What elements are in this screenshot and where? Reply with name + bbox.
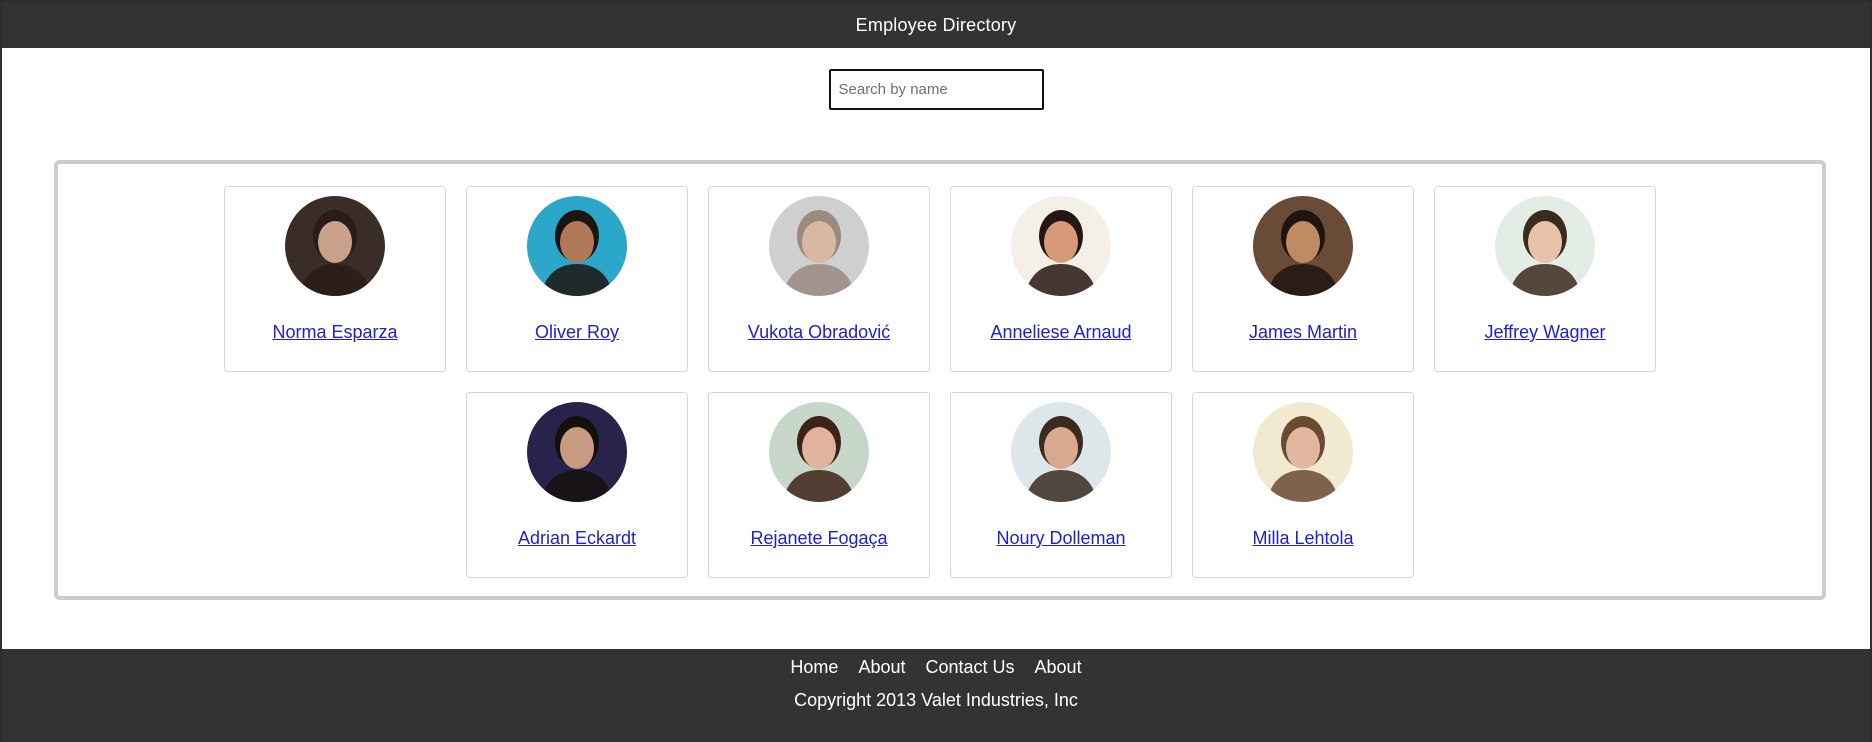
copyright-text: Copyright 2013 Valet Industries, Inc (794, 690, 1078, 710)
avatar[interactable] (285, 196, 385, 296)
avatar-photo-icon (1495, 196, 1595, 296)
search-input[interactable] (828, 69, 1044, 110)
avatar[interactable] (1011, 402, 1111, 502)
avatar-photo-icon (769, 402, 869, 502)
avatar-photo-icon (1011, 402, 1111, 502)
employee-name-link[interactable]: Norma Esparza (272, 322, 397, 343)
employee-name-link[interactable]: Adrian Eckardt (518, 528, 636, 549)
employee-name-link[interactable]: James Martin (1249, 322, 1357, 343)
employee-grid: Norma Esparza Oliver Roy Vukota Obradović A… (104, 186, 1776, 578)
footer-link-about[interactable]: About (858, 657, 905, 678)
employee-card: Jeffrey Wagner (1434, 186, 1656, 372)
avatar-photo-icon (285, 196, 385, 296)
page-title: Employee Directory (855, 14, 1017, 35)
avatar-photo-icon (1011, 196, 1111, 296)
avatar-photo-icon (527, 196, 627, 296)
avatar[interactable] (1253, 402, 1353, 502)
footer-link-about-2[interactable]: About (1035, 657, 1082, 678)
avatar[interactable] (1011, 196, 1111, 296)
avatar[interactable] (769, 196, 869, 296)
employee-name-link[interactable]: Jeffrey Wagner (1484, 322, 1605, 343)
avatar-photo-icon (769, 196, 869, 296)
employee-card: Noury Dolleman (950, 392, 1172, 578)
employee-name-link[interactable]: Noury Dolleman (996, 528, 1125, 549)
employee-card: Oliver Roy (466, 186, 688, 372)
employee-card: Adrian Eckardt (466, 392, 688, 578)
top-bar: Employee Directory (2, 2, 1870, 48)
avatar[interactable] (527, 402, 627, 502)
employee-card: Milla Lehtola (1192, 392, 1414, 578)
footer: Home About Contact Us About Copyright 2013 … (2, 649, 1870, 742)
employee-name-link[interactable]: Vukota Obradović (748, 322, 890, 343)
employee-name-link[interactable]: Milla Lehtola (1252, 528, 1353, 549)
avatar-photo-icon (1253, 402, 1353, 502)
employee-card: James Martin (1192, 186, 1414, 372)
employee-name-link[interactable]: Anneliese Arnaud (990, 322, 1131, 343)
employee-directory-panel: Norma Esparza Oliver Roy Vukota Obradović A… (54, 160, 1826, 600)
avatar[interactable] (1495, 196, 1595, 296)
page: Employee Directory Norma Esparza Oliver R… (0, 0, 1872, 742)
footer-link-contact-us[interactable]: Contact Us (925, 657, 1014, 678)
employee-card: Vukota Obradović (708, 186, 930, 372)
footer-nav: Home About Contact Us About (790, 657, 1081, 678)
avatar[interactable] (1253, 196, 1353, 296)
footer-link-home[interactable]: Home (790, 657, 838, 678)
employee-name-link[interactable]: Oliver Roy (535, 322, 619, 343)
avatar[interactable] (527, 196, 627, 296)
employee-name-link[interactable]: Rejanete Fogaça (750, 528, 887, 549)
avatar-photo-icon (1253, 196, 1353, 296)
employee-card: Anneliese Arnaud (950, 186, 1172, 372)
avatar[interactable] (769, 402, 869, 502)
avatar-photo-icon (527, 402, 627, 502)
employee-card: Rejanete Fogaça (708, 392, 930, 578)
employee-card: Norma Esparza (224, 186, 446, 372)
search-bar (2, 48, 1870, 110)
